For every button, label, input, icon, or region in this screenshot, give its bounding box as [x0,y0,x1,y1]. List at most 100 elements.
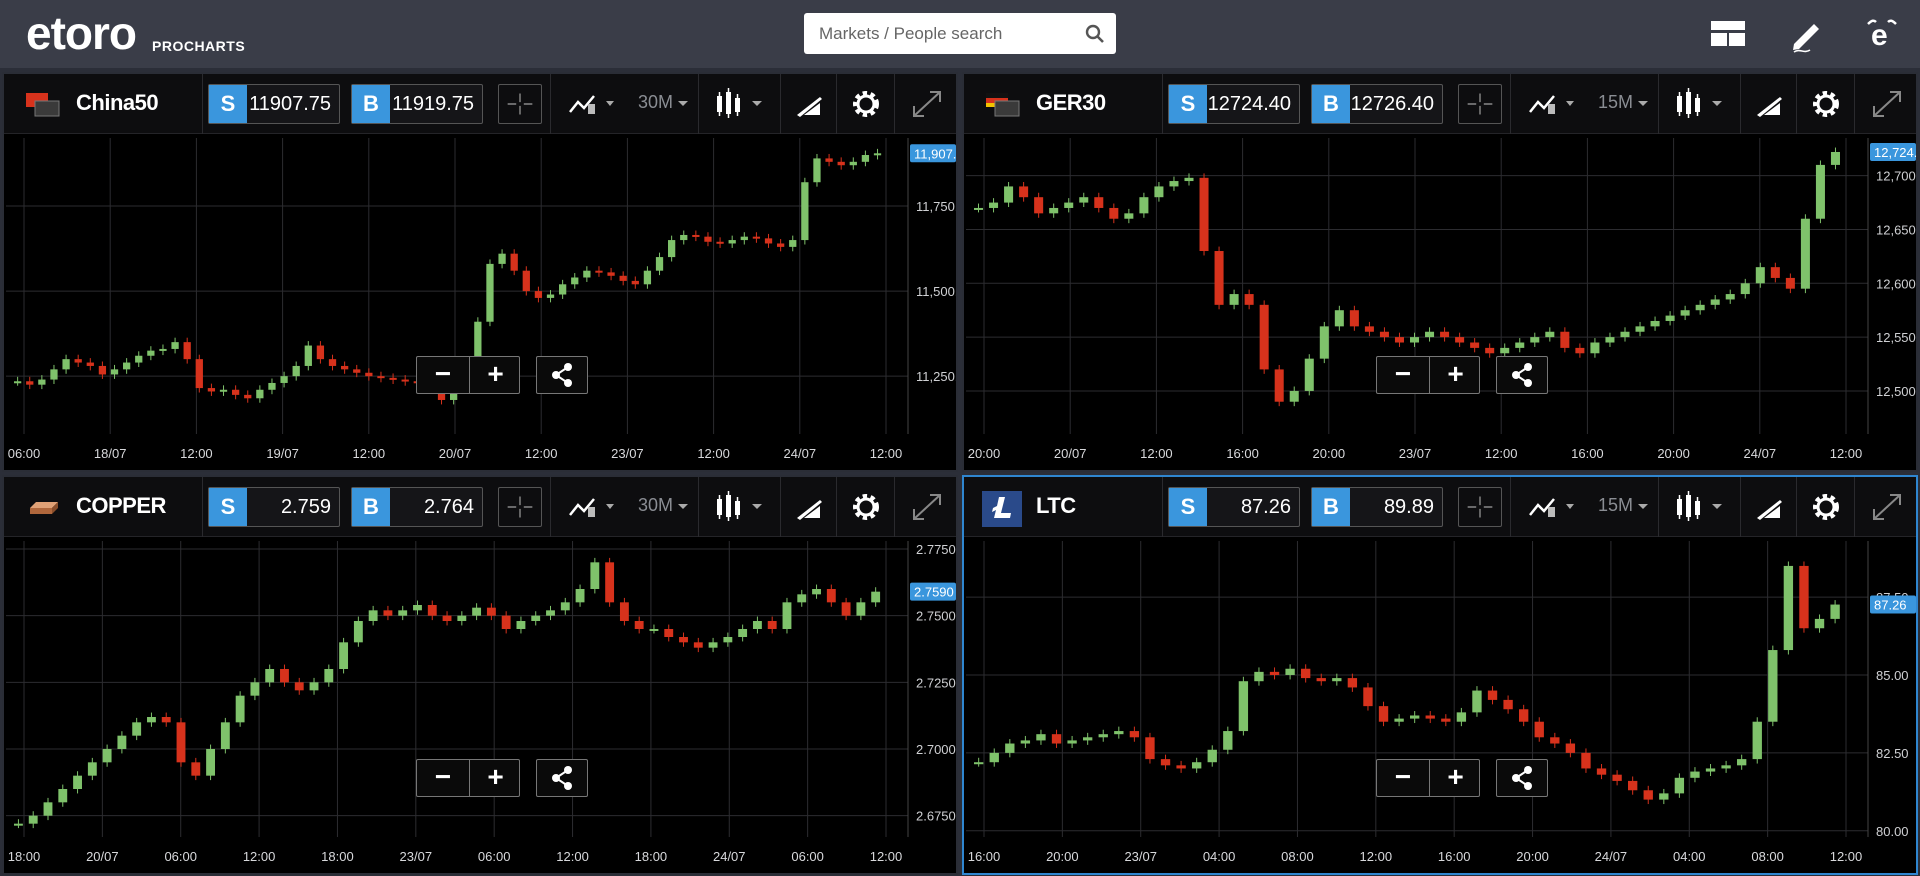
candle-body [50,369,58,380]
candle-body [1596,768,1607,775]
drawing-tools-icon[interactable] [1752,84,1786,124]
drawing-tools-icon[interactable] [1752,487,1786,527]
zoom-out-button[interactable]: − [1377,357,1429,393]
candle-body [1565,743,1576,753]
settings-gear-icon[interactable] [1808,84,1844,124]
maximize-icon[interactable] [1868,487,1906,527]
candle-body [1755,267,1765,284]
x-axis-label: 12:00 [1360,849,1393,864]
candle-body [974,207,984,210]
share-button[interactable] [536,759,588,797]
x-axis-label: 20:00 [1657,446,1690,461]
zoom-in-button[interactable]: + [1429,357,1481,393]
timeframe-dropdown-icon[interactable] [1636,84,1650,124]
candle-body [1176,765,1186,769]
candle-body [1659,793,1669,800]
zoom-out-button[interactable]: − [417,357,469,393]
maximize-icon[interactable] [908,84,946,124]
candle-body [1254,671,1264,682]
share-button[interactable] [1496,759,1548,797]
price-chart[interactable]: 11,750.00 11,500.00 11,250.00 06:00 18/07 12:… [4,134,956,470]
share-button[interactable] [536,356,588,394]
candle-body [1674,777,1685,794]
crosshair-icon[interactable] [1458,487,1502,527]
timeframe-selector[interactable]: 15M [1598,92,1633,113]
crosshair-icon[interactable] [498,84,542,124]
indicators-icon[interactable] [564,84,618,124]
candle-body [442,615,452,621]
candle-body [1545,331,1555,338]
candle-body [1051,734,1062,744]
zoom-out-button[interactable]: − [1377,760,1429,796]
maximize-icon[interactable] [1868,84,1906,124]
buy-button[interactable]: B 2.764 [351,487,483,527]
indicators-icon[interactable] [1524,487,1578,527]
candle-body [244,394,252,399]
candlestick-type-icon[interactable] [1672,487,1728,527]
candle-body [353,621,363,643]
y-axis-label: 11,500.00 [916,284,956,299]
maximize-icon[interactable] [908,487,946,527]
sell-price: 12724.40 [1207,93,1291,115]
candle-body [1752,721,1762,760]
timeframe-selector[interactable]: 15M [1598,495,1633,516]
zoom-in-button[interactable]: + [469,760,521,796]
price-chart[interactable]: 2.7750 2.7500 2.7250 2.7000 2.6750 18:00 20/07… [4,537,956,873]
drawing-tools-icon[interactable] [792,487,826,527]
timeframe-dropdown-icon[interactable] [676,84,690,124]
sell-button[interactable]: S 87.26 [1168,487,1300,527]
candle-body [825,158,833,162]
profile-icon[interactable]: e [1862,14,1902,54]
candle-body [1530,337,1540,343]
x-axis-label: 23/07 [611,446,644,461]
candle-body [87,762,97,776]
candle-body [377,376,385,379]
candlestick-type-icon[interactable] [712,487,768,527]
buy-button[interactable]: B 12726.40 [1311,84,1443,124]
layout-grid-icon[interactable] [1708,14,1748,54]
timeframe-dropdown-icon[interactable] [1636,487,1650,527]
candlestick-type-icon[interactable] [1672,84,1728,124]
price-chart[interactable]: 87.5085.0082.5080.0016:0020:0023/0704:00… [964,537,1916,873]
zoom-out-button[interactable]: − [417,760,469,796]
search-icon[interactable] [1084,23,1106,45]
candle-body [531,615,541,621]
settings-gear-icon[interactable] [848,487,884,527]
settings-gear-icon[interactable] [1808,487,1844,527]
timeframe-selector[interactable]: 30M [638,495,673,516]
timeframe-dropdown-icon[interactable] [676,487,690,527]
sell-button[interactable]: S 2.759 [208,487,340,527]
candlestick-type-icon[interactable] [712,84,768,124]
candle-body [693,642,703,648]
indicators-icon[interactable] [1524,84,1578,124]
y-axis-label: 12,500.00 [1876,384,1916,399]
price-chart[interactable]: 12,700.00 12,650.00 12,600.00 12,550.00 12,5… [964,134,1916,470]
logo-wordmark: etoro [26,7,137,59]
market-search [804,13,1116,54]
candle-body [1550,737,1560,744]
buy-button[interactable]: B 11919.75 [351,84,483,124]
x-axis-label: 12:00 [556,849,589,864]
drawing-tools-icon[interactable] [792,84,826,124]
zoom-in-button[interactable]: + [469,357,521,393]
settings-gear-icon[interactable] [848,84,884,124]
search-input[interactable] [804,13,1074,54]
timeframe-selector[interactable]: 30M [638,92,673,113]
candle-body [1740,283,1750,295]
sell-button[interactable]: S 12724.40 [1168,84,1300,124]
zoom-in-button[interactable]: + [1429,760,1481,796]
candle-body [1334,310,1344,327]
x-axis-label: 12:00 [1830,849,1863,864]
candle-body [74,359,82,363]
x-axis-label: 24/07 [1595,849,1628,864]
crosshair-icon[interactable] [1458,84,1502,124]
chart-panel-ltc: LTC S87.26 B89.89 15M 87.5085.0082.5080.… [962,475,1918,875]
edit-pencil-icon[interactable] [1786,14,1826,54]
sell-button[interactable]: S 11907.75 [208,84,340,124]
share-button[interactable] [1496,356,1548,394]
candle-body [764,238,773,244]
crosshair-icon[interactable] [498,487,542,527]
buy-button[interactable]: B 89.89 [1311,487,1443,527]
indicators-icon[interactable] [564,487,618,527]
etoro-logo[interactable]: etoro PROCHARTS [26,7,245,59]
